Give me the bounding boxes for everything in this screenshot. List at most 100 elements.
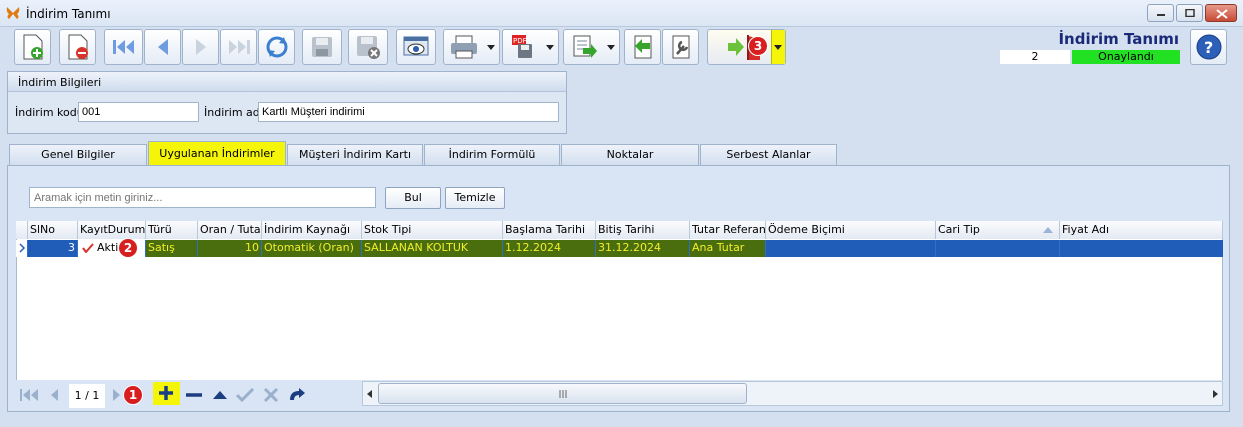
settings-tool-button[interactable]: [662, 29, 699, 65]
previous-record-button[interactable]: [144, 29, 181, 65]
nav-add-button[interactable]: [153, 382, 180, 405]
cell-stock-type[interactable]: SALLANAN KOLTUK: [362, 240, 503, 257]
delete-record-button[interactable]: [59, 29, 96, 65]
column-header-record-status[interactable]: KayıtDurumu: [78, 221, 146, 239]
column-header-amount-reference[interactable]: Tutar Referans: [690, 221, 766, 239]
preview-button[interactable]: [396, 29, 436, 65]
column-header-discount-source[interactable]: İndirim Kaynağı: [262, 221, 362, 239]
page-title: İndirim Tanımı: [1058, 30, 1179, 48]
first-record-button[interactable]: [104, 29, 143, 65]
cell-start-date[interactable]: 1.12.2024: [503, 240, 596, 257]
printer-icon: [451, 35, 477, 59]
column-header-stock-type[interactable]: Stok Tipi: [362, 221, 503, 239]
scrollbar-grip-icon: [559, 390, 567, 398]
discount-code-field[interactable]: [78, 102, 199, 122]
svg-text:PDF: PDF: [513, 37, 527, 45]
title-bar: İndirim Tanımı: [0, 0, 1243, 27]
column-header-rate-amount[interactable]: Oran / Tutar: [198, 221, 262, 239]
new-record-button[interactable]: [14, 29, 51, 65]
search-input[interactable]: [29, 187, 376, 208]
cell-amount-reference[interactable]: Ana Tutar: [690, 240, 766, 257]
cell-discount-source[interactable]: Otomatik (Oran): [262, 240, 362, 257]
column-header-customer-type-label: Cari Tip: [938, 223, 980, 236]
refresh-button[interactable]: [258, 29, 295, 65]
cancel-x-icon[interactable]: [263, 388, 279, 402]
scroll-left-arrow-icon[interactable]: [367, 390, 373, 398]
cell-payment-method[interactable]: [766, 240, 936, 257]
export-dropdown-icon: [607, 45, 615, 50]
minimize-icon: [1157, 14, 1165, 16]
column-header-type[interactable]: Türü: [146, 221, 198, 239]
cell-end-date[interactable]: 31.12.2024: [596, 240, 690, 257]
plus-icon: [159, 386, 173, 400]
last-record-button[interactable]: [220, 29, 257, 65]
clear-button[interactable]: Temizle: [445, 187, 505, 209]
tab-discount-formula[interactable]: İndirim Formülü: [424, 144, 560, 165]
wrench-icon: [672, 35, 689, 59]
butterfly-icon: [6, 7, 20, 19]
new-document-icon: [23, 34, 43, 60]
column-header-customer-type[interactable]: Cari Tip: [936, 221, 1060, 239]
import-button[interactable]: [624, 29, 661, 65]
column-header-payment-method[interactable]: Ödeme Biçimi: [766, 221, 936, 239]
cell-rate-amount[interactable]: 10: [198, 240, 262, 257]
print-button[interactable]: [443, 29, 500, 65]
tab-customer-discount-card[interactable]: Müşteri İndirim Kartı: [287, 144, 423, 165]
first-icon: [112, 40, 134, 54]
nav-next-icon[interactable]: [111, 388, 123, 402]
help-icon: ?: [1196, 34, 1222, 60]
export-button[interactable]: [563, 29, 620, 65]
current-row-arrow-icon: [19, 243, 26, 253]
row-indicator: [16, 240, 28, 257]
import-document-icon: [634, 35, 651, 59]
pdf-export-button[interactable]: PDF: [502, 29, 559, 65]
pdf-save-icon: PDF: [512, 35, 532, 58]
export-document-icon: [573, 35, 597, 58]
help-button[interactable]: ?: [1190, 29, 1227, 65]
print-dropdown-icon: [487, 45, 495, 50]
find-button[interactable]: Bul: [385, 187, 441, 209]
scrollbar-thumb[interactable]: [378, 383, 747, 404]
tab-free-fields[interactable]: Serbest Alanlar: [700, 144, 837, 165]
exit-dropdown-icon: [774, 45, 782, 50]
discount-code-label: İndirim kodu: [15, 106, 84, 119]
save-close-button[interactable]: [348, 29, 388, 65]
save-button[interactable]: [302, 29, 342, 65]
cell-customer-type[interactable]: [936, 240, 1060, 257]
checkmark-icon: [82, 243, 94, 253]
minus-icon[interactable]: [185, 388, 203, 402]
save-disk-icon: [312, 37, 332, 57]
refresh-nav-icon[interactable]: [288, 388, 306, 402]
nav-first-icon[interactable]: [20, 388, 40, 402]
tab-general-info[interactable]: Genel Bilgiler: [9, 144, 147, 165]
step-badge-2: 2: [118, 238, 138, 258]
cell-slno[interactable]: 3: [28, 240, 78, 257]
column-header-end-date[interactable]: Bitiş Tarihi: [596, 221, 690, 239]
nav-previous-icon[interactable]: [49, 388, 59, 402]
step-badge-3: 3: [748, 36, 768, 56]
last-icon: [228, 40, 250, 54]
minimize-button[interactable]: [1147, 4, 1174, 22]
confirm-check-icon[interactable]: [236, 388, 254, 402]
discount-name-field[interactable]: [258, 102, 559, 122]
tab-points[interactable]: Noktalar: [561, 144, 699, 165]
move-up-icon[interactable]: [212, 388, 228, 402]
refresh-icon: [266, 36, 287, 58]
nav-page-indicator: 1 / 1: [69, 384, 105, 408]
horizontal-scrollbar[interactable]: [362, 381, 1223, 406]
cell-type[interactable]: Satış: [146, 240, 198, 257]
maximize-button[interactable]: [1176, 4, 1203, 22]
row-indicator-header: [16, 221, 28, 239]
column-header-start-date[interactable]: Başlama Tarihi: [503, 221, 596, 239]
svg-text:?: ?: [1204, 38, 1213, 57]
close-button[interactable]: [1205, 4, 1237, 22]
column-header-price-name[interactable]: Fiyat Adı: [1060, 221, 1223, 239]
sort-ascending-icon: [1043, 227, 1053, 233]
tab-applied-discounts[interactable]: Uygulanan İndirimler: [148, 141, 286, 165]
scroll-right-arrow-icon[interactable]: [1212, 390, 1218, 398]
exit-button[interactable]: [707, 29, 786, 65]
cell-price-name[interactable]: [1060, 240, 1223, 257]
column-header-slno[interactable]: SlNo: [28, 221, 78, 239]
next-record-button[interactable]: [182, 29, 219, 65]
step-badge-1: 1: [123, 385, 143, 405]
